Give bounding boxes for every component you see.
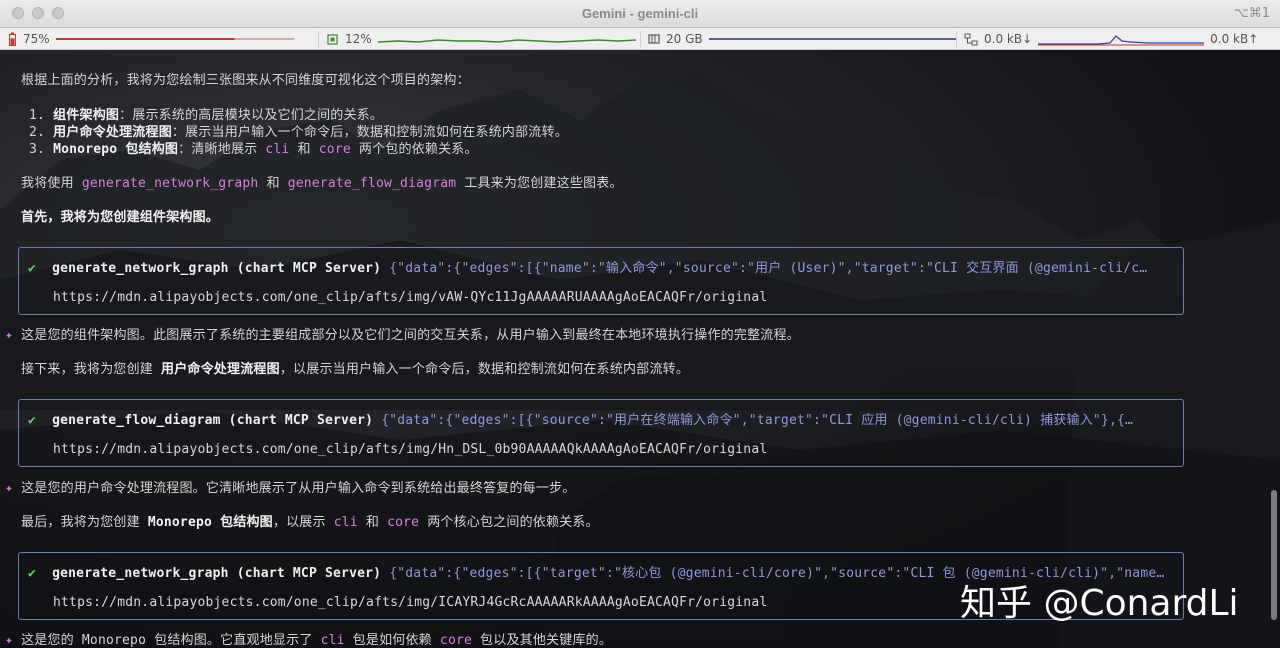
tool-call-box: ✔ generate_flow_diagram (chart MCP Serve… bbox=[18, 399, 1184, 467]
text: 这是您的组件架构图。此图展示了系统的主要组成部分以及它们之间的交互关系，从用户输… bbox=[21, 328, 800, 343]
status-separator bbox=[956, 31, 957, 47]
network-up-label: 0.0 kB↑ bbox=[1210, 32, 1259, 46]
watermark: 知乎 @ConardLi bbox=[960, 583, 1239, 624]
window-title: Gemini - gemini-cli bbox=[581, 6, 699, 21]
text: 接下来，我将为您创建 bbox=[21, 362, 162, 377]
text: 我将使用 bbox=[21, 176, 82, 191]
inline-code: core bbox=[439, 633, 473, 648]
window-shortcut: ⌥⌘1 bbox=[1233, 6, 1270, 21]
intro-line: 根据上面的分析，我将为您绘制三张图来从不同维度可视化这个项目的架构： bbox=[21, 73, 470, 88]
text: 这是您的 Monorepo 包结构图。它直观地显示了 bbox=[21, 633, 321, 648]
bold-text: Monorepo 包结构图 bbox=[147, 515, 273, 530]
list-title: Monorepo 包结构图 bbox=[53, 142, 179, 157]
list-item: 3. Monorepo 包结构图：清晰地展示 cli 和 core 两个包的依赖… bbox=[29, 138, 478, 157]
check-icon: ✔ bbox=[28, 413, 37, 428]
window-titlebar: Gemini - gemini-cli ⌥⌘1 bbox=[0, 0, 1280, 28]
tool-call-header: ✔ generate_network_graph (chart MCP Serv… bbox=[28, 257, 1147, 276]
tool-name: generate_flow_diagram (chart MCP Server) bbox=[52, 413, 374, 428]
text: 最后，我将为您创建 bbox=[21, 515, 148, 530]
inline-code: generate_network_graph bbox=[81, 176, 259, 191]
list-text: 和 bbox=[289, 142, 319, 157]
list-number: 3. bbox=[29, 142, 46, 157]
terminal-output: 根据上面的分析，我将为您绘制三张图来从不同维度可视化这个项目的架构： 1. 组件… bbox=[0, 50, 1280, 648]
inline-code: generate_flow_diagram bbox=[287, 176, 457, 191]
network-graph bbox=[1038, 35, 1205, 46]
inline-code: core bbox=[318, 142, 351, 157]
first-step-line: 首先，我将为您创建组件架构图。 bbox=[21, 210, 220, 225]
status-separator bbox=[640, 31, 641, 47]
text: 和 bbox=[357, 515, 388, 530]
network-down-label: 0.0 kB↓ bbox=[984, 32, 1033, 46]
cpu-status: 12% bbox=[326, 31, 636, 47]
check-icon: ✔ bbox=[28, 566, 37, 581]
tool-result-url[interactable]: https://mdn.alipayobjects.com/one_clip/a… bbox=[53, 442, 767, 457]
tool-args: {"data":{"edges":[{"source":"用户在终端输入命令",… bbox=[381, 413, 1134, 428]
response-line: ✦ 这是您的组件架构图。此图展示了系统的主要组成部分以及它们之间的交互关系，从用… bbox=[5, 324, 800, 343]
tool-result-url[interactable]: https://mdn.alipayobjects.com/one_clip/a… bbox=[53, 595, 767, 610]
tool-result-url[interactable]: https://mdn.alipayobjects.com/one_clip/a… bbox=[53, 290, 767, 305]
sparkle-icon: ✦ bbox=[5, 481, 14, 496]
cpu-graph bbox=[377, 39, 636, 43]
inline-code: cli bbox=[320, 633, 345, 648]
network-status: 0.0 kB↓ 0.0 kB↑ bbox=[964, 31, 1258, 47]
text: 包以及其他关键库的。 bbox=[472, 633, 613, 648]
battery-status: 75% bbox=[8, 31, 294, 47]
list-text: ：清晰地展示 bbox=[178, 142, 266, 157]
tool-name: generate_network_graph (chart MCP Server… bbox=[52, 261, 382, 276]
battery-label: 75% bbox=[23, 32, 50, 46]
text: 工具来为您创建这些图表。 bbox=[456, 176, 623, 191]
sparkle-icon: ✦ bbox=[5, 328, 14, 343]
status-separator bbox=[318, 31, 319, 47]
response-line: ✦ 这是您的 Monorepo 包结构图。它直观地显示了 cli 包是如何依赖 … bbox=[5, 629, 612, 648]
memory-bar bbox=[708, 38, 957, 40]
inline-code: core bbox=[387, 515, 420, 530]
status-bar: 75% 12% 20 GB 0.0 kB↓ 0.0 kB↑ bbox=[0, 28, 1280, 50]
sparkle-icon: ✦ bbox=[5, 633, 14, 648]
inline-code: cli bbox=[333, 515, 358, 530]
tool-args: {"data":{"edges":[{"name":"输入命令","source… bbox=[389, 261, 1148, 276]
text: ，以展示 bbox=[272, 515, 334, 530]
check-icon: ✔ bbox=[28, 261, 37, 276]
tool-call-box: ✔ generate_network_graph (chart MCP Serv… bbox=[18, 247, 1184, 315]
text: 包是如何依赖 bbox=[344, 633, 440, 648]
scrollbar-thumb[interactable] bbox=[1271, 490, 1277, 620]
text: 两个核心包之间的依赖关系。 bbox=[419, 515, 599, 530]
response-line: ✦ 这是您的用户命令处理流程图。它清晰地展示了从用户输入命令到系统给出最终答复的… bbox=[5, 477, 575, 496]
memory-status: 20 GB bbox=[648, 31, 957, 47]
inline-code: cli bbox=[265, 142, 290, 157]
cpu-icon bbox=[327, 33, 338, 45]
memory-icon bbox=[648, 34, 660, 44]
next-step-line: 接下来，我将为您创建 用户命令处理流程图，以展示当用户输入一个命令后，数据和控制… bbox=[21, 358, 689, 377]
text: 和 bbox=[258, 176, 288, 191]
tools-line: 我将使用 generate_network_graph 和 generate_f… bbox=[21, 172, 623, 191]
last-step-line: 最后，我将为您创建 Monorepo 包结构图，以展示 cli 和 core 两… bbox=[21, 511, 599, 530]
text: ，以展示当用户输入一个命令后，数据和控制流如何在系统内部流转。 bbox=[279, 362, 690, 377]
memory-label: 20 GB bbox=[666, 32, 703, 46]
battery-bar bbox=[55, 38, 294, 40]
battery-icon bbox=[9, 32, 16, 46]
tool-name: generate_network_graph (chart MCP Server… bbox=[52, 566, 382, 581]
cpu-label: 12% bbox=[345, 32, 372, 46]
bold-text: 用户命令处理流程图 bbox=[161, 362, 280, 377]
tool-call-header: ✔ generate_flow_diagram (chart MCP Serve… bbox=[28, 409, 1133, 428]
text: 这是您的用户命令处理流程图。它清晰地展示了从用户输入命令到系统给出最终答复的每一… bbox=[21, 481, 576, 496]
network-icon bbox=[964, 33, 978, 45]
list-text: 两个包的依赖关系。 bbox=[350, 142, 478, 157]
